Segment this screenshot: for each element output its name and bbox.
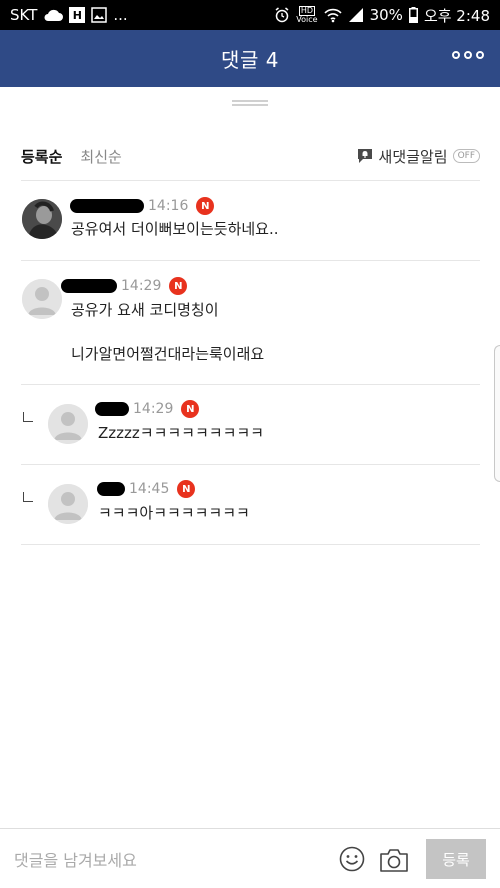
more-dot-icon	[452, 51, 460, 59]
comment-meta: 14:29 N	[95, 400, 200, 418]
page-title: 댓글 4	[221, 48, 279, 72]
comment-time: 14:16	[148, 198, 189, 214]
alarm-toggle[interactable]: OFF	[452, 149, 480, 163]
profile-photo-icon	[22, 199, 62, 239]
emoji-icon[interactable]	[339, 846, 365, 872]
submit-button[interactable]: 등록	[426, 839, 486, 879]
comment-time: 14:45	[129, 481, 170, 497]
reply-indicator-icon	[23, 412, 33, 422]
more-notifications: ...	[113, 6, 128, 24]
drag-handle[interactable]	[232, 100, 268, 106]
divider	[21, 544, 480, 545]
cloud-icon	[44, 9, 64, 21]
reply-item: 14:45 N ㅋㅋㅋ아ㅋㅋㅋㅋㅋㅋㅋ	[21, 464, 480, 544]
comment-text-line: 공유가 요새 코디명칭이	[71, 301, 219, 319]
author-name-redacted	[61, 279, 117, 293]
hd-voice-indicator: HD Voice	[296, 6, 318, 24]
tab-latest-order[interactable]: 최신순	[80, 146, 121, 167]
voice-label: Voice	[296, 15, 318, 24]
signal-icon	[348, 8, 363, 22]
wifi-icon	[324, 8, 342, 23]
default-avatar-icon	[48, 484, 88, 524]
comment-item: 14:29 N 공유가 요새 코디명칭이 니가알면어쩔건대라는룩이래요	[21, 260, 480, 384]
comment-meta: 14:45 N	[97, 480, 196, 498]
more-dot-icon	[476, 51, 484, 59]
battery-percent: 30%	[369, 6, 403, 24]
new-badge: N	[196, 197, 215, 215]
reply-indicator-icon	[23, 492, 33, 502]
status-left: SKT H ...	[10, 6, 128, 24]
new-comment-alarm[interactable]: 새댓글알림 OFF	[356, 146, 480, 167]
comment-meta: 14:16 N	[70, 197, 215, 215]
comment-item: 14:16 N 공유여서 더이뻐보이는듯하네요..	[21, 180, 480, 260]
sort-bar: 등록순 최신순 새댓글알림 OFF	[21, 144, 480, 168]
alarm-clock-icon	[275, 7, 289, 23]
comment-text: ㅋㅋㅋ아ㅋㅋㅋㅋㅋㅋㅋ	[98, 504, 250, 522]
clock-time: 오후 2:48	[423, 6, 490, 25]
comments-sheet: 등록순 최신순 새댓글알림 OFF 14:16 N 공유여서 더이뻐보이는듯하네…	[0, 87, 500, 828]
avatar[interactable]	[48, 404, 88, 444]
default-avatar-icon	[22, 279, 62, 319]
author-name-redacted	[97, 482, 125, 496]
more-dot-icon	[464, 51, 472, 59]
comment-text: Zzzzzㅋㅋㅋㅋㅋㅋㅋㅋㅋ	[98, 424, 264, 442]
author-name-redacted	[70, 199, 144, 213]
new-badge: N	[169, 277, 188, 295]
gallery-icon	[91, 7, 108, 23]
carrier-label: SKT	[10, 6, 38, 24]
avatar[interactable]	[22, 279, 62, 319]
alarm-label: 새댓글알림	[378, 147, 448, 166]
battery-icon	[408, 7, 418, 23]
author-name-redacted	[95, 402, 129, 416]
new-badge: N	[177, 480, 196, 498]
comment-time: 14:29	[133, 401, 174, 417]
comments-header: 댓글 4	[0, 30, 500, 87]
comment-input-bar: 댓글을 남겨보세요 등록	[0, 828, 500, 888]
default-avatar-icon	[48, 404, 88, 444]
more-options-button[interactable]	[452, 51, 484, 59]
tab-registration-order[interactable]: 등록순	[21, 146, 62, 167]
scrollbar[interactable]	[494, 345, 500, 482]
status-right: HD Voice 30% 오후 2:48	[274, 5, 490, 26]
reply-item: 14:29 N Zzzzzㅋㅋㅋㅋㅋㅋㅋㅋㅋ	[21, 384, 480, 464]
comment-input[interactable]: 댓글을 남겨보세요	[14, 847, 137, 871]
comment-text-line: 니가알면어쩔건대라는룩이래요	[71, 345, 265, 363]
avatar[interactable]	[48, 484, 88, 524]
comment-time: 14:29	[121, 278, 162, 294]
new-badge: N	[181, 400, 200, 418]
status-bar: SKT H ... HD Voice 30% 오후 2:48	[0, 0, 500, 30]
avatar[interactable]	[22, 199, 62, 239]
comment-meta: 14:29 N	[61, 277, 188, 295]
camera-icon[interactable]	[379, 847, 409, 873]
hd-app-icon: H	[69, 7, 86, 23]
comment-text: 공유여서 더이뻐보이는듯하네요..	[71, 220, 279, 238]
bell-chat-icon	[357, 149, 372, 163]
